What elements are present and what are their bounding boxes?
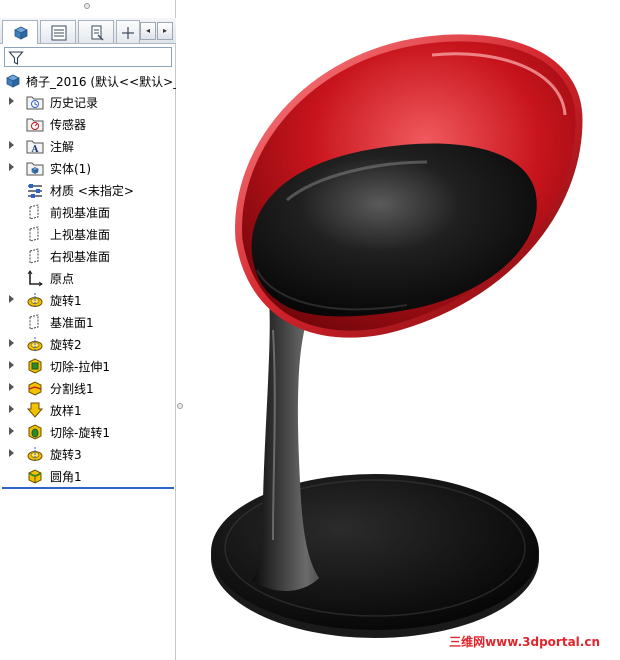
tab-dim-xpert[interactable] — [116, 20, 140, 43]
plane-icon — [29, 226, 39, 242]
tree-item-label: 旋转1 — [50, 294, 82, 308]
tree-item[interactable]: 上视基准面 — [0, 223, 176, 245]
tree-item-label: 右视基准面 — [50, 250, 111, 264]
history-folder-icon — [26, 96, 44, 110]
tree-item[interactable]: 原点 — [0, 267, 176, 289]
plane-icon — [29, 248, 39, 264]
tree-item[interactable]: 分割线1 — [0, 377, 176, 399]
expand-arrow-icon[interactable] — [9, 141, 14, 149]
expand-arrow-icon[interactable] — [9, 163, 14, 171]
tree-item[interactable]: 前视基准面 — [0, 201, 176, 223]
tree-item[interactable]: 右视基准面 — [0, 245, 176, 267]
plane-icon — [29, 204, 39, 220]
tree-item-label: 原点 — [50, 272, 75, 286]
tab-scroll-right-button[interactable]: ▸ — [157, 22, 173, 40]
tree-item[interactable]: 放样1 — [0, 399, 176, 421]
tab-configuration-manager[interactable] — [78, 20, 114, 43]
property-manager-icon — [51, 25, 67, 41]
tree-item[interactable]: A 注解 — [0, 135, 176, 157]
feature-manager-icon — [14, 26, 28, 40]
chair-model — [211, 34, 583, 638]
tab-scroll-arrows: ◂ ▸ — [140, 22, 174, 40]
tree-item-label: 传感器 — [50, 118, 87, 132]
crosshair-icon — [122, 27, 134, 39]
tree-item[interactable]: 材质 <未指定> — [0, 179, 176, 201]
tree-item-label: 切除-拉伸1 — [50, 360, 110, 374]
part-icon — [6, 74, 20, 88]
origin-icon — [27, 270, 43, 287]
chair-base — [211, 474, 539, 638]
configuration-manager-icon — [91, 25, 104, 41]
tree-item-label: 基准面1 — [50, 316, 94, 330]
cut-extrude-icon — [28, 358, 42, 374]
site-watermark: 三维网www.3dportal.cn — [449, 635, 600, 649]
annotation-folder-icon: A — [26, 140, 44, 155]
panel-grip-icon[interactable] — [84, 3, 90, 9]
tree-root-part[interactable]: 椅子_2016 (默认<<默认>_ — [2, 71, 176, 91]
tree-item[interactable]: 切除-旋转1 — [0, 421, 176, 443]
material-icon — [28, 184, 42, 198]
expand-arrow-icon[interactable] — [9, 405, 14, 413]
expand-arrow-icon[interactable] — [9, 97, 14, 105]
tree-item-label: 前视基准面 — [50, 206, 111, 220]
tree-item-label: 圆角1 — [50, 470, 82, 484]
expand-arrow-icon[interactable] — [9, 339, 14, 347]
tree-item-label: 分割线1 — [50, 382, 94, 396]
split-line-icon — [28, 381, 42, 396]
tree-filter-input[interactable] — [4, 47, 172, 67]
rollback-bar[interactable] — [2, 487, 174, 489]
tree-item[interactable]: 基准面1 — [0, 311, 176, 333]
tree-item-label: 切除-旋转1 — [50, 426, 110, 440]
expand-arrow-icon[interactable] — [9, 295, 14, 303]
tree-item-label: 上视基准面 — [50, 228, 111, 242]
tab-property-manager[interactable] — [40, 20, 76, 43]
tree-item[interactable]: 传感器 — [0, 113, 176, 135]
tab-scroll-left-button[interactable]: ◂ — [140, 22, 156, 40]
svg-text:A: A — [31, 145, 40, 155]
tree-item[interactable]: 旋转2 — [0, 333, 176, 355]
tree-item[interactable]: 切除-拉伸1 — [0, 355, 176, 377]
tree-item-label: 注解 — [50, 140, 75, 154]
fillet-icon — [28, 469, 42, 484]
cut-revolve-icon — [28, 424, 42, 440]
tree-item-label: 实体(1) — [50, 162, 91, 176]
expand-arrow-icon[interactable] — [9, 449, 14, 457]
revolve-icon — [27, 447, 43, 461]
tree-item[interactable]: 历史记录 — [0, 91, 176, 113]
solid-bodies-folder-icon — [26, 162, 44, 176]
tree-item[interactable]: 旋转1 — [0, 289, 176, 311]
revolve-icon — [27, 337, 43, 351]
expand-arrow-icon[interactable] — [9, 361, 14, 369]
tree-root-label: 椅子_2016 (默认<<默认>_ — [26, 75, 176, 89]
feature-manager-panel: ◂ ▸ 椅子_2016 (默认<<默认>_ 历史记录传感器 A 注解实体(1) 材质 … — [0, 0, 176, 660]
panel-tab-bar: ◂ ▸ — [0, 18, 176, 44]
tree-item-label: 旋转3 — [50, 448, 82, 462]
plane-icon — [29, 314, 39, 330]
tree-item-label: 材质 <未指定> — [50, 184, 134, 198]
revolve-icon — [27, 293, 43, 307]
filter-icon — [8, 51, 24, 65]
tree-item-label: 历史记录 — [50, 96, 99, 110]
expand-arrow-icon[interactable] — [9, 383, 14, 391]
loft-icon — [26, 402, 44, 418]
tree-item[interactable]: 实体(1) — [0, 157, 176, 179]
tree-item-label: 旋转2 — [50, 338, 82, 352]
graphics-viewport[interactable]: 三维网www.3dportal.cn — [177, 0, 620, 660]
tree-item[interactable]: 圆角1 — [0, 465, 176, 487]
expand-arrow-icon[interactable] — [9, 427, 14, 435]
tree-item[interactable]: 旋转3 — [0, 443, 176, 465]
tree-item-label: 放样1 — [50, 404, 82, 418]
sensor-folder-icon — [26, 118, 44, 132]
tab-feature-manager[interactable] — [2, 20, 38, 44]
